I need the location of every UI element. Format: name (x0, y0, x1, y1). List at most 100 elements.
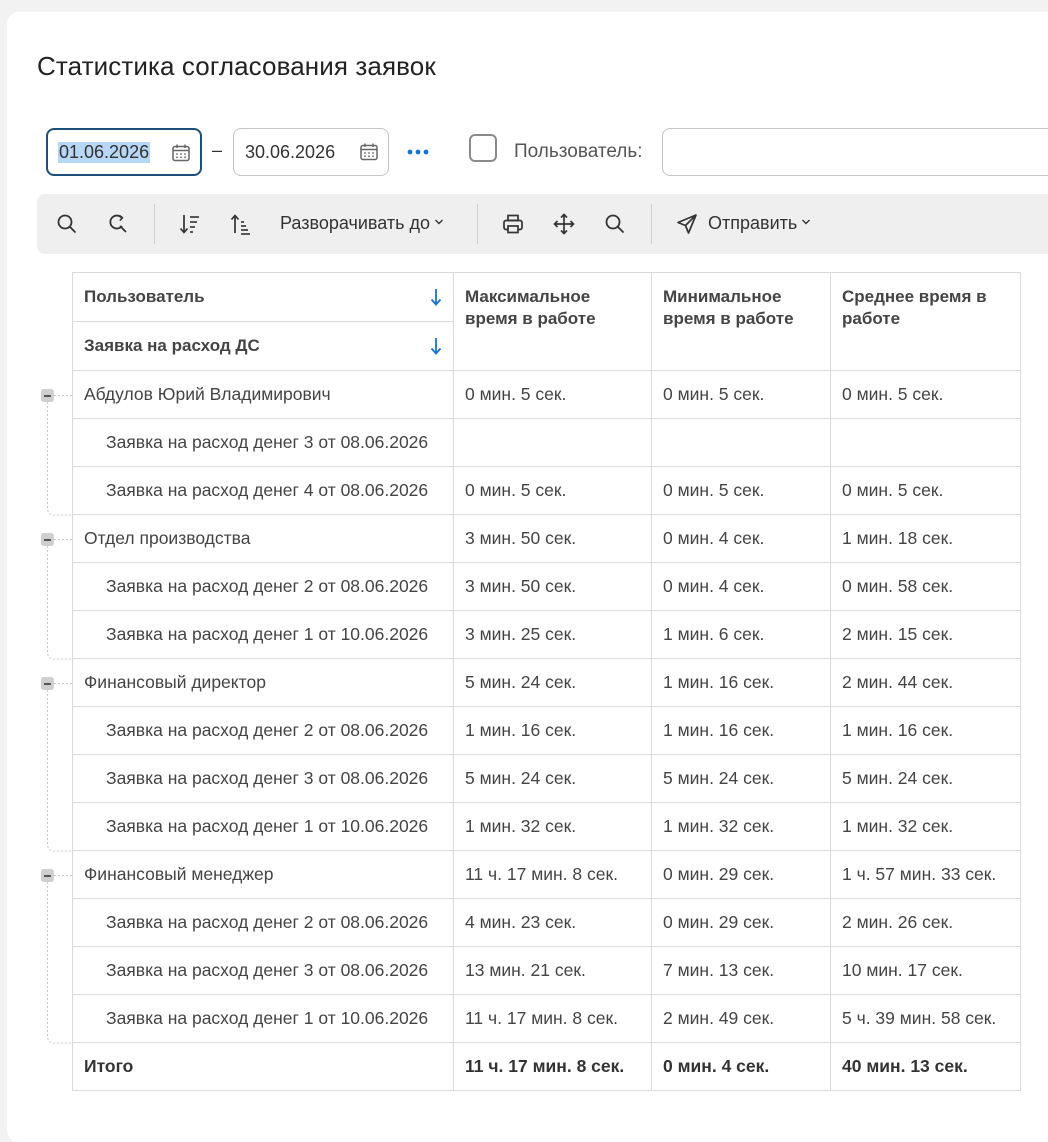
date-to-field[interactable]: 30.06.2026 (233, 128, 389, 176)
header-request[interactable]: Заявка на расход ДС (72, 321, 454, 371)
avg-time-cell: 10 мин. 17 сек. (830, 946, 1021, 995)
group-row[interactable]: Абдулов Юрий Владимирович 0 мин. 5 сек. … (72, 370, 1021, 419)
min-time-cell: 7 мин. 13 сек. (651, 946, 831, 995)
avg-time-cell (830, 418, 1021, 467)
request-name: Заявка на расход денег 1 от 10.06.2026 (72, 994, 454, 1043)
table-row[interactable]: Заявка на расход денег 3 от 08.06.2026 5… (72, 754, 1021, 803)
date-from-value: 01.06.2026 (58, 142, 151, 163)
min-time-cell: 2 мин. 49 сек. (651, 994, 831, 1043)
table-row[interactable]: Заявка на расход денег 1 от 10.06.2026 3… (72, 610, 1021, 659)
search-next-icon[interactable] (106, 212, 130, 236)
min-time-cell: 1 мин. 6 сек. (651, 610, 831, 659)
expand-to-button[interactable]: Разворачивать до (280, 213, 444, 234)
request-name: Заявка на расход денег 2 от 08.06.2026 (72, 898, 454, 947)
max-time-cell: 11 ч. 17 мин. 8 сек. (453, 994, 652, 1043)
send-button[interactable]: Отправить (708, 213, 811, 234)
table-row[interactable]: Заявка на расход денег 2 от 08.06.2026 3… (72, 562, 1021, 611)
total-min-cell: 0 мин. 4 сек. (651, 1042, 831, 1091)
chevron-down-icon (802, 219, 811, 225)
collapse-group-button[interactable] (41, 869, 54, 882)
page-title: Статистика согласования заявок (37, 51, 436, 81)
avg-time-cell: 0 мин. 5 сек. (830, 466, 1021, 515)
table-row[interactable]: Заявка на расход денег 3 от 08.06.2026 (72, 418, 1021, 467)
collapse-group-button[interactable] (41, 533, 54, 546)
min-time-cell: 1 мин. 32 сек. (651, 802, 831, 851)
table-row[interactable]: Заявка на расход денег 3 от 08.06.2026 1… (72, 946, 1021, 995)
chevron-down-icon (435, 219, 444, 225)
min-time-cell: 1 мин. 16 сек. (651, 658, 831, 707)
search-icon[interactable] (55, 212, 79, 236)
user-filter-input[interactable] (662, 128, 1048, 176)
max-time-cell: 5 мин. 24 сек. (453, 754, 652, 803)
avg-time-cell: 1 мин. 18 сек. (830, 514, 1021, 563)
table-row[interactable]: Заявка на расход денег 1 от 10.06.2026 1… (72, 802, 1021, 851)
sort-ascending-icon[interactable] (229, 212, 253, 236)
collapse-group-button[interactable] (41, 677, 54, 690)
max-time-cell: 13 мин. 21 сек. (453, 946, 652, 995)
max-time-cell: 11 ч. 17 мин. 8 сек. (453, 850, 652, 899)
header-request-label: Заявка на расход ДС (84, 336, 260, 355)
max-time-cell: 4 мин. 23 сек. (453, 898, 652, 947)
avg-time-cell: 0 мин. 58 сек. (830, 562, 1021, 611)
group-row[interactable]: Отдел производства 3 мин. 50 сек. 0 мин.… (72, 514, 1021, 563)
calendar-icon[interactable] (359, 142, 379, 162)
min-time-cell: 0 мин. 4 сек. (651, 562, 831, 611)
min-time-cell: 5 мин. 24 сек. (651, 754, 831, 803)
sort-descending-icon[interactable] (178, 212, 202, 236)
user-filter-checkbox[interactable] (469, 134, 497, 162)
total-label: Итого (72, 1042, 454, 1091)
max-time-cell: 3 мин. 50 сек. (453, 514, 652, 563)
group-name: Абдулов Юрий Владимирович (72, 370, 454, 419)
request-name: Заявка на расход денег 1 от 10.06.2026 (72, 802, 454, 851)
avg-time-cell: 1 мин. 32 сек. (830, 802, 1021, 851)
avg-time-cell: 2 мин. 26 сек. (830, 898, 1021, 947)
table-row[interactable]: Заявка на расход денег 4 от 08.06.2026 0… (72, 466, 1021, 515)
toolbar-divider (477, 204, 478, 244)
avg-time-cell: 2 мин. 15 сек. (830, 610, 1021, 659)
toolbar-divider (154, 204, 155, 244)
max-time-cell: 0 мин. 5 сек. (453, 370, 652, 419)
user-filter-label: Пользователь: (514, 141, 643, 162)
send-label: Отправить (708, 213, 798, 233)
table-row[interactable]: Заявка на расход денег 2 от 08.06.2026 4… (72, 898, 1021, 947)
min-time-cell: 0 мин. 29 сек. (651, 850, 831, 899)
request-name: Заявка на расход денег 4 от 08.06.2026 (72, 466, 454, 515)
avg-time-cell: 1 ч. 57 мин. 33 сек. (830, 850, 1021, 899)
header-user[interactable]: Пользователь (72, 272, 454, 322)
send-icon[interactable] (675, 212, 699, 236)
print-icon[interactable] (501, 212, 525, 236)
group-row[interactable]: Финансовый директор 5 мин. 24 сек. 1 мин… (72, 658, 1021, 707)
collapse-group-button[interactable] (41, 389, 54, 402)
header-min-time[interactable]: Минимальное время в работе (651, 272, 831, 371)
total-row: Итого 11 ч. 17 мин. 8 сек. 0 мин. 4 сек.… (72, 1042, 1021, 1091)
sort-arrow-down-icon[interactable] (429, 287, 443, 307)
zoom-icon[interactable] (603, 212, 627, 236)
calendar-icon[interactable] (171, 143, 191, 163)
total-avg-cell: 40 мин. 13 сек. (830, 1042, 1021, 1091)
group-row[interactable]: Финансовый менеджер 11 ч. 17 мин. 8 сек.… (72, 850, 1021, 899)
table-row[interactable]: Заявка на расход денег 1 от 10.06.2026 1… (72, 994, 1021, 1043)
date-to-value: 30.06.2026 (245, 142, 336, 162)
min-time-cell (651, 418, 831, 467)
max-time-cell: 0 мин. 5 сек. (453, 466, 652, 515)
header-avg-time[interactable]: Среднее время в работе (830, 272, 1021, 371)
max-time-cell: 3 мин. 50 сек. (453, 562, 652, 611)
avg-time-cell: 5 ч. 39 мин. 58 сек. (830, 994, 1021, 1043)
table-row[interactable]: Заявка на расход денег 2 от 08.06.2026 1… (72, 706, 1021, 755)
min-time-cell: 0 мин. 4 сек. (651, 514, 831, 563)
total-max-cell: 11 ч. 17 мин. 8 сек. (453, 1042, 652, 1091)
statistics-table: Пользователь Максимальное время в работе… (72, 272, 1021, 1091)
move-icon[interactable] (552, 212, 576, 236)
avg-time-cell: 1 мин. 16 сек. (830, 706, 1021, 755)
min-time-cell: 1 мин. 16 сек. (651, 706, 831, 755)
header-max-time[interactable]: Максимальное время в работе (453, 272, 652, 371)
group-name: Отдел производства (72, 514, 454, 563)
request-name: Заявка на расход денег 2 от 08.06.2026 (72, 706, 454, 755)
avg-time-cell: 5 мин. 24 сек. (830, 754, 1021, 803)
sort-arrow-down-icon[interactable] (429, 336, 443, 356)
request-name: Заявка на расход денег 2 от 08.06.2026 (72, 562, 454, 611)
request-name: Заявка на расход денег 3 от 08.06.2026 (72, 754, 454, 803)
request-name: Заявка на расход денег 1 от 10.06.2026 (72, 610, 454, 659)
more-options-icon[interactable] (405, 140, 431, 162)
date-from-field[interactable]: 01.06.2026 (46, 128, 202, 176)
